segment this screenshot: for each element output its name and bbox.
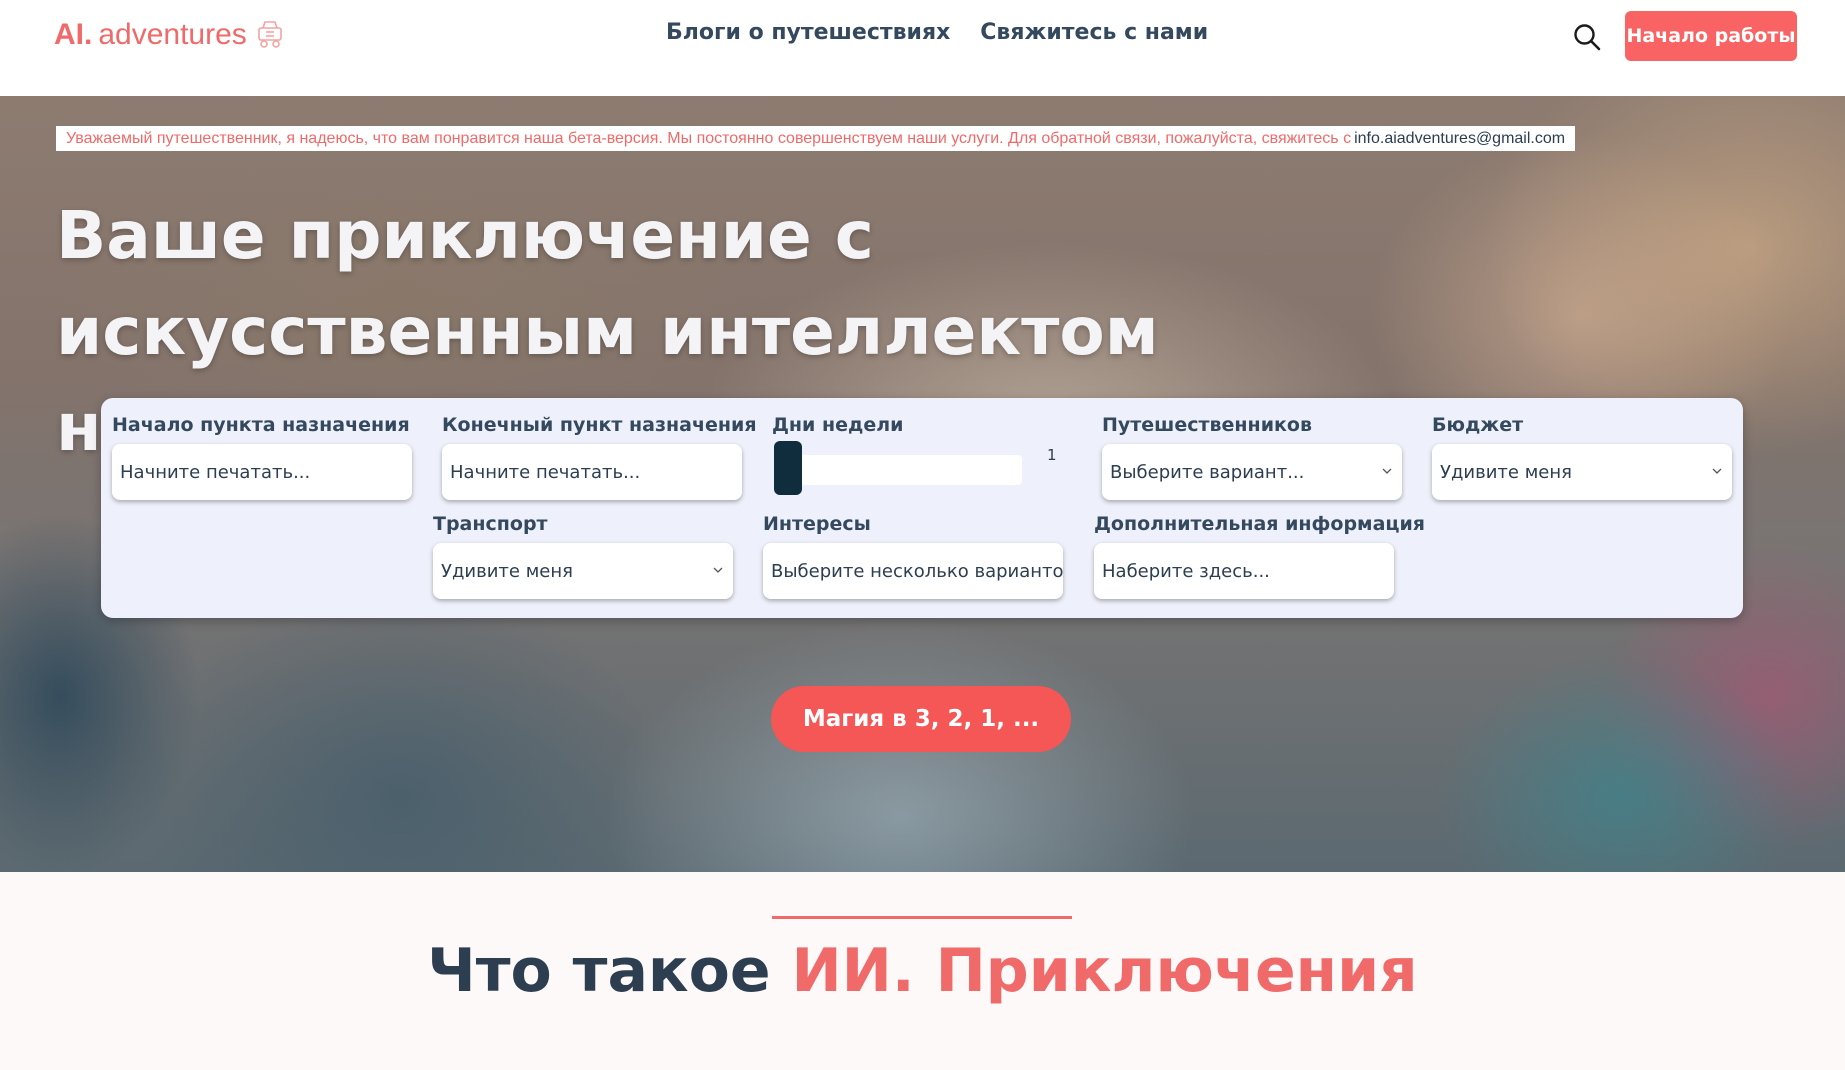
cart-icon: [257, 21, 282, 48]
beta-notice: Уважаемый путешественник, я надеюсь, что…: [56, 126, 1576, 151]
days-slider-track[interactable]: [774, 455, 1022, 485]
end-destination-label: Конечный пункт назначения: [442, 414, 757, 436]
travelers-select-value: Выберите вариант...: [1110, 461, 1305, 483]
section-divider: [772, 916, 1072, 919]
search-icon[interactable]: [1572, 22, 1602, 52]
days-label: Дни недели: [772, 414, 904, 436]
budget-label: Бюджет: [1432, 414, 1524, 436]
days-slider-thumb[interactable]: [774, 441, 802, 495]
travelers-select[interactable]: Выберите вариант...: [1102, 444, 1402, 500]
start-destination-input[interactable]: Начните печатать...: [112, 444, 412, 500]
about-section-title: Что такое ИИ. Приключения: [0, 936, 1845, 1006]
budget-select[interactable]: Удивите меня: [1432, 444, 1732, 500]
chevron-down-icon: [713, 567, 723, 573]
get-started-button[interactable]: Начало работы: [1625, 11, 1797, 61]
budget-select-value: Удивите меня: [1440, 461, 1572, 483]
transport-label: Транспорт: [433, 513, 548, 535]
contact-email[interactable]: info.aiadventures@gmail.com: [1354, 130, 1565, 148]
interests-select-value: Выберите несколько вариантов: [771, 560, 1063, 582]
nav-travel-blogs[interactable]: Блоги о путешествиях: [666, 20, 950, 45]
interests-label: Интересы: [763, 513, 871, 535]
nav-contact-us[interactable]: Свяжитесь с нами: [980, 20, 1208, 45]
start-destination-label: Начало пункта назначения: [112, 414, 410, 436]
chevron-down-icon: [1712, 468, 1722, 474]
section-title-dark: Что такое: [427, 936, 771, 1006]
end-destination-input[interactable]: Начните печатать...: [442, 444, 742, 500]
magic-generate-button[interactable]: Магия в 3, 2, 1, ...: [771, 686, 1071, 752]
travelers-label: Путешественников: [1102, 414, 1312, 436]
days-slider-value: 1: [1047, 446, 1057, 464]
beta-notice-text: Уважаемый путешественник, я надеюсь, что…: [66, 129, 1352, 147]
hero-section: Уважаемый путешественник, я надеюсь, что…: [0, 96, 1845, 872]
logo-ai: AI.: [54, 18, 93, 51]
transport-select-value: Удивите меня: [441, 560, 573, 582]
section-title-accent: ИИ. Приключения: [791, 936, 1418, 1006]
interests-multiselect[interactable]: Выберите несколько вариантов: [763, 543, 1063, 599]
extra-info-label: Дополнительная информация: [1094, 513, 1425, 535]
site-header: AI. adventures Блоги о путешествиях Свяжи…: [0, 0, 1845, 96]
chevron-down-icon: [1382, 468, 1392, 474]
transport-select[interactable]: Удивите меня: [433, 543, 733, 599]
main-nav: Блоги о путешествиях Свяжитесь с нами: [666, 20, 1208, 45]
logo[interactable]: AI. adventures: [54, 18, 287, 52]
logo-text: adventures: [98, 18, 247, 51]
extra-info-input[interactable]: Наберите здесь...: [1094, 543, 1394, 599]
